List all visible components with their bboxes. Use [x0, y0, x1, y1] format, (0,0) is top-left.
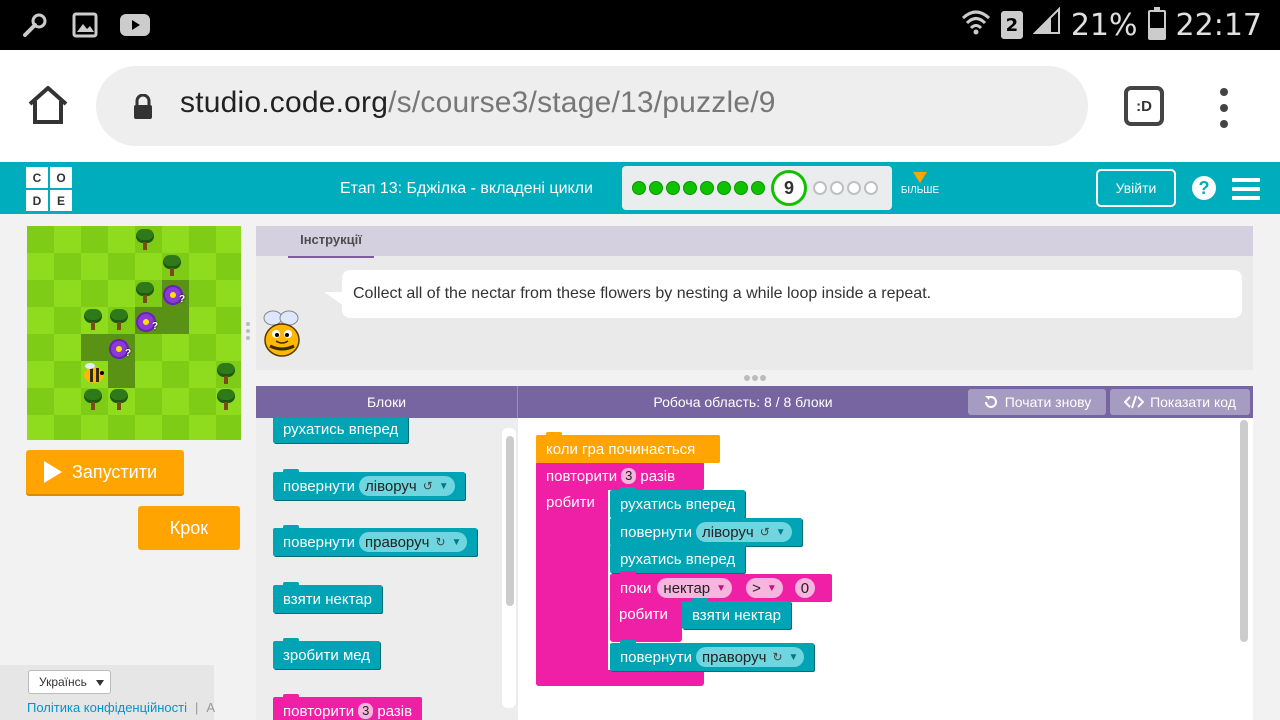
clock: 22:17	[1175, 7, 1262, 43]
current-puzzle-indicator[interactable]: 9	[771, 170, 807, 206]
more-button[interactable]: БІЛЬШЕ	[898, 172, 942, 196]
tree-icon	[134, 282, 156, 304]
progress-dot[interactable]	[717, 181, 731, 195]
youtube-icon	[120, 10, 150, 40]
resize-handle[interactable]	[246, 322, 250, 342]
progress-dot[interactable]	[683, 181, 697, 195]
tab-instructions[interactable]: Інструкції	[288, 232, 374, 258]
tree-icon	[161, 255, 183, 277]
wrench-icon	[20, 10, 50, 40]
step-button[interactable]: Крок	[138, 506, 240, 550]
repeat-do-label: робити	[546, 494, 595, 511]
browser-toolbar: studio.code.org/s/course3/stage/13/puzzl…	[0, 50, 1280, 162]
nectar-dropdown[interactable]: нектар ▼	[657, 578, 733, 598]
stage-title: Етап 13: Бджілка - вкладені цикли	[340, 180, 593, 197]
toolbox-block-repeat[interactable]: повторити 3 разів	[273, 694, 423, 720]
toolbox-scrollbar[interactable]	[506, 436, 514, 606]
tree-icon	[82, 389, 104, 411]
progress-dot[interactable]	[751, 181, 765, 195]
overflow-menu-icon[interactable]	[1212, 88, 1236, 128]
code-icon	[1124, 395, 1145, 409]
progress-dot[interactable]	[830, 181, 844, 195]
operator-dropdown[interactable]: > ▼	[746, 578, 783, 598]
workspace-header: Блоки Робоча область: 8 / 8 блоки Почати…	[256, 386, 1253, 418]
language-select[interactable]: Українсь	[28, 670, 111, 694]
block-get-nectar[interactable]: взяти нектар	[682, 598, 791, 629]
block-move-forward[interactable]: рухатись вперед	[610, 542, 746, 573]
progress-dot[interactable]	[700, 181, 714, 195]
triangle-down-icon	[913, 172, 927, 183]
status-bar: 2 21% 22:17	[0, 0, 1280, 50]
workspace-scrollbar[interactable]	[1240, 420, 1248, 642]
code-logo[interactable]: C O D E	[26, 167, 72, 211]
tree-icon	[108, 389, 130, 411]
show-code-button[interactable]: Показати код	[1110, 389, 1250, 415]
battery-percent: 21%	[1070, 7, 1138, 43]
tree-icon	[134, 229, 156, 251]
image-icon	[70, 10, 100, 40]
toolbox-header: Блоки	[256, 386, 518, 418]
block-turn-left[interactable]: повернути ліворуч ↺ ▼	[610, 515, 802, 546]
progress-dot[interactable]	[847, 181, 861, 195]
help-icon[interactable]: ?	[1192, 176, 1216, 200]
question-mark-icon: ?	[152, 321, 159, 332]
while-block[interactable]: поки нектар ▼ > ▼ 0	[610, 571, 832, 602]
question-mark-icon: ?	[125, 348, 132, 359]
progress-dot[interactable]	[666, 181, 680, 195]
instructions-panel: Інструкції Collect all of the nectar fro…	[256, 226, 1253, 370]
instructions-tabbar: Інструкції	[256, 226, 1253, 258]
progress-dot[interactable]	[649, 181, 663, 195]
when-run-block[interactable]: коли гра починається	[536, 432, 720, 463]
play-icon	[44, 461, 62, 483]
lock-icon	[132, 93, 154, 125]
reset-icon	[984, 396, 997, 408]
code-header: C O D E Етап 13: Бджілка - вкладені цикл…	[0, 162, 1280, 214]
workspace-title: Робоча область: 8 / 8 блоки	[653, 394, 833, 410]
hamburger-menu-icon[interactable]	[1232, 178, 1260, 200]
progress-dot[interactable]	[813, 181, 827, 195]
tree-icon	[108, 309, 130, 331]
instruction-text: Collect all of the nectar from these flo…	[324, 270, 1242, 318]
direction-dropdown[interactable]: праворуч ↻ ▼	[358, 532, 468, 552]
toolbox-block-make-honey[interactable]: зробити мед	[273, 638, 381, 669]
tree-icon	[215, 389, 237, 411]
value-field[interactable]: 0	[794, 578, 816, 598]
repeat-block[interactable]: повторити 3 разів	[536, 459, 704, 490]
bee-avatar-icon	[263, 310, 300, 357]
resize-handle[interactable]	[744, 375, 766, 381]
tree-icon	[215, 363, 237, 385]
address-bar[interactable]: studio.code.org/s/course3/stage/13/puzzl…	[96, 66, 1088, 146]
bee-icon	[84, 363, 104, 383]
tree-icon	[82, 309, 104, 331]
repeat-block-footer[interactable]	[536, 670, 704, 686]
progress-dot[interactable]	[632, 181, 646, 195]
while-do-label: робити	[619, 606, 668, 623]
direction-dropdown[interactable]: ліворуч ↺ ▼	[358, 476, 455, 496]
sim-icon: 2	[1000, 11, 1023, 39]
question-mark-icon: ?	[179, 294, 186, 305]
puzzle-progress: 9	[622, 166, 892, 210]
direction-dropdown[interactable]: праворуч ↻ ▼	[695, 647, 805, 667]
tab-switcher-button[interactable]: :D	[1124, 86, 1164, 126]
direction-dropdown[interactable]: ліворуч ↺ ▼	[695, 522, 792, 542]
block-turn-right[interactable]: повернути праворуч ↻ ▼	[610, 640, 815, 671]
privacy-link[interactable]: Політика конфіденційності | А	[27, 700, 215, 715]
url-text: studio.code.org/s/course3/stage/13/puzzl…	[180, 86, 776, 119]
signal-icon	[1032, 6, 1061, 43]
home-icon[interactable]	[24, 82, 72, 130]
toolbox-block-turn-right[interactable]: повернути праворуч ↻ ▼	[273, 525, 478, 556]
maze-visualization: ? ? ?	[27, 226, 241, 440]
wifi-icon	[961, 8, 991, 43]
toolbox-block-move-forward[interactable]: рухатись вперед	[273, 418, 409, 443]
progress-dot[interactable]	[734, 181, 748, 195]
run-button[interactable]: Запустити	[26, 450, 184, 494]
toolbox: рухатись вперед повернути ліворуч ↺ ▼ повер…	[256, 418, 518, 720]
toolbox-block-turn-left[interactable]: повернути ліворуч ↺ ▼	[273, 469, 465, 500]
progress-dot[interactable]	[864, 181, 878, 195]
battery-icon	[1147, 7, 1166, 40]
block-move-forward[interactable]: рухатись вперед	[610, 487, 746, 518]
sign-in-button[interactable]: Увійти	[1096, 169, 1176, 207]
start-over-button[interactable]: Почати знову	[968, 389, 1106, 415]
toolbox-block-get-nectar[interactable]: взяти нектар	[273, 582, 382, 613]
